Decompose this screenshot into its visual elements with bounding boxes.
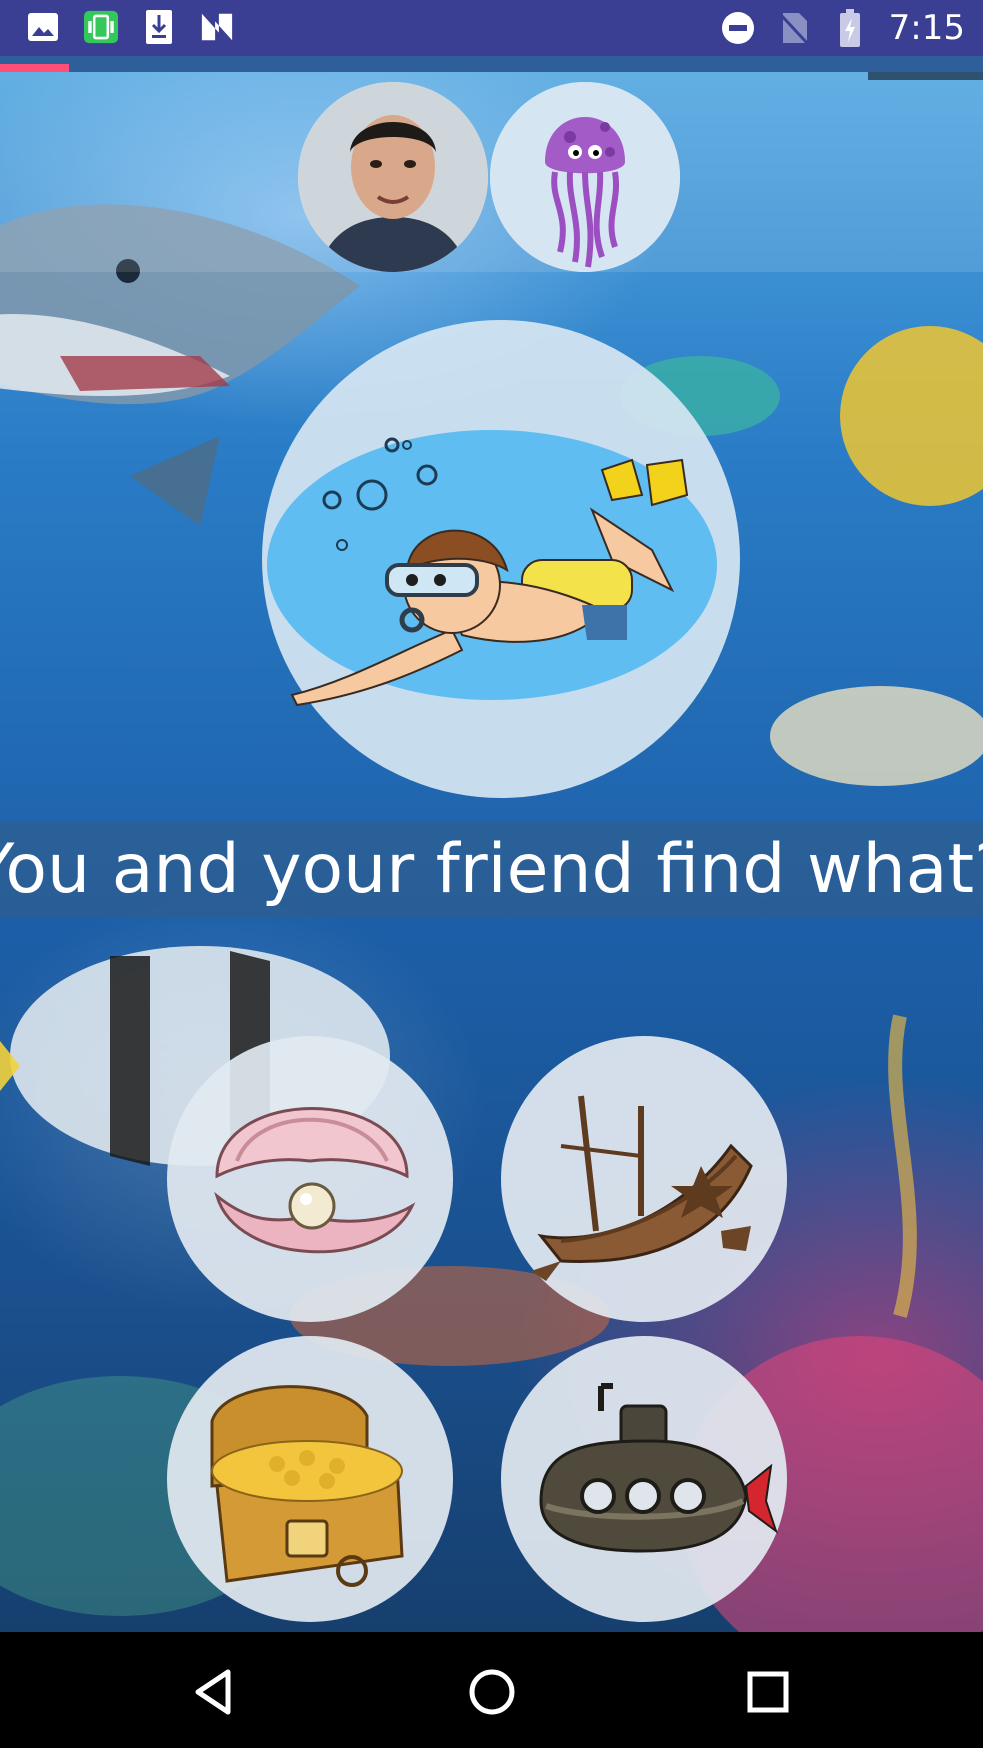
option-shipwreck[interactable] xyxy=(501,1036,787,1322)
treasure-chest-icon xyxy=(210,1385,404,1587)
back-button[interactable] xyxy=(186,1662,246,1722)
n-logo-icon xyxy=(200,10,234,44)
option-treasure-chest[interactable] xyxy=(167,1336,453,1622)
shipwreck-icon xyxy=(531,1095,753,1281)
notification-icons xyxy=(26,10,234,44)
game-scene: You and your friend find what? xyxy=(0,56,983,1632)
battery-charging-icon xyxy=(833,9,867,47)
player-photo-avatar xyxy=(298,82,488,272)
pearl-shell-icon xyxy=(214,1107,416,1254)
scene-image-diver-boy xyxy=(262,320,740,798)
question-banner: You and your friend find what? xyxy=(0,822,983,917)
screen-rotation-icon xyxy=(84,10,118,44)
system-icons: 7:15 xyxy=(721,8,965,48)
progress-track xyxy=(0,56,983,72)
question-text: You and your friend find what? xyxy=(0,830,983,909)
submarine-icon xyxy=(539,1383,778,1553)
download-icon xyxy=(142,10,176,44)
progress-remaining xyxy=(868,72,983,80)
recents-button[interactable] xyxy=(738,1662,798,1722)
option-pearl-shell[interactable] xyxy=(167,1036,453,1322)
do-not-disturb-icon xyxy=(721,11,755,45)
no-sim-icon xyxy=(777,11,811,45)
back-triangle-icon xyxy=(195,1669,231,1715)
option-submarine[interactable] xyxy=(501,1336,787,1622)
clock: 7:15 xyxy=(888,8,965,48)
recents-square-icon xyxy=(747,1671,789,1713)
home-button[interactable] xyxy=(462,1662,522,1722)
navigation-bar xyxy=(0,1632,983,1748)
progress-fill xyxy=(0,64,69,72)
status-bar: 7:15 xyxy=(0,0,983,56)
image-icon xyxy=(26,10,60,44)
home-circle-icon xyxy=(469,1669,515,1715)
jellyfish-avatar xyxy=(490,82,680,272)
